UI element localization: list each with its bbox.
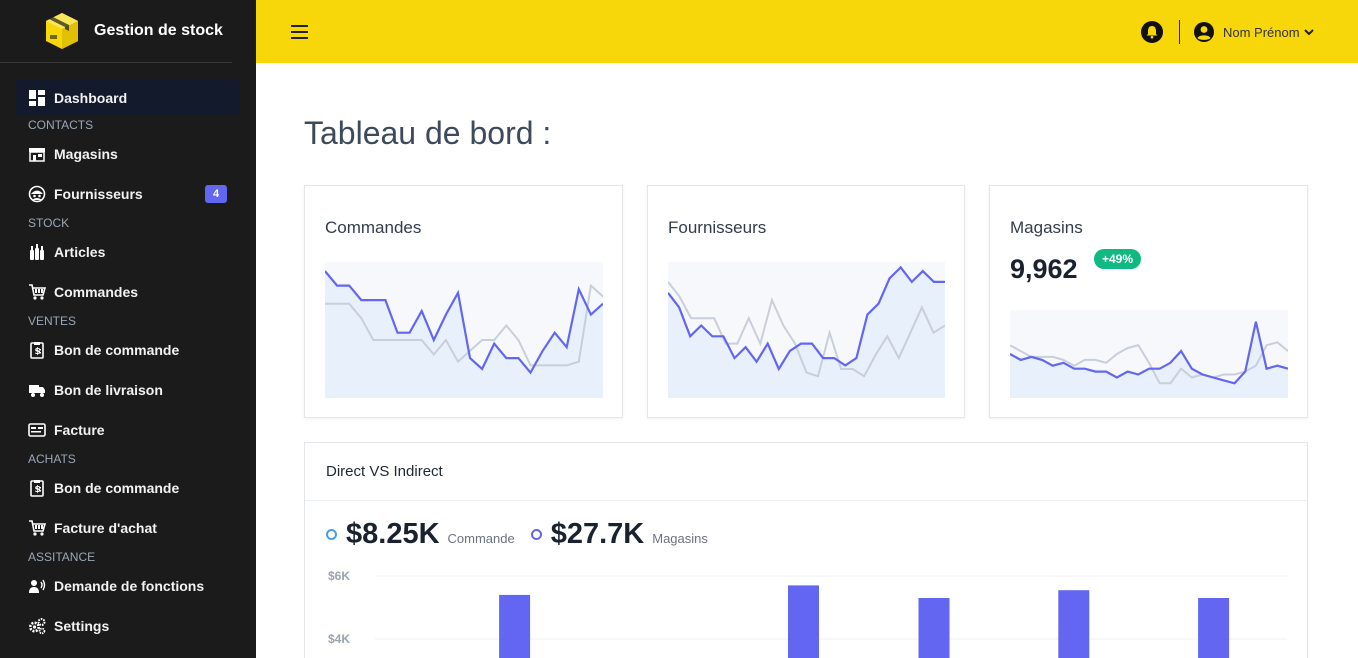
sidebar-section-label: VENTES — [28, 314, 77, 328]
count-badge: 4 — [205, 185, 227, 203]
sidebar-item-label: Settings — [54, 618, 110, 634]
bottles-icon — [30, 244, 44, 260]
card-fournisseurs: Fournisseurs — [647, 185, 965, 418]
box-logo-icon — [46, 13, 78, 49]
sidebar: Gestion de stock Dashboard CONTACTS Magasi… — [0, 0, 256, 658]
page-title: Tableau de bord : — [304, 115, 552, 151]
user-name: Nom Prénom — [1223, 24, 1300, 40]
commandes-sparkline — [325, 262, 603, 398]
sidebar-item-facture[interactable]: Facture — [0, 410, 256, 450]
card-title: Magasins — [1010, 218, 1083, 237]
sidebar-item-fournisseurs[interactable]: Fournisseurs 4 — [0, 174, 256, 214]
magasins-sparkline — [1010, 310, 1288, 398]
sidebar-item-label: Magasins — [54, 146, 118, 162]
direct-vs-indirect-card: Direct VS Indirect $8.25K Commande $27.7K M… — [304, 442, 1308, 658]
sidebar-item-label: Dashboard — [54, 90, 128, 106]
sidebar-item-settings[interactable]: Settings — [0, 606, 256, 646]
card-commandes: Commandes — [304, 185, 623, 418]
y-tick-label: $6K — [328, 569, 350, 583]
kpi-value: 9,962 — [1010, 254, 1078, 284]
sidebar-item-label: Commandes — [54, 284, 139, 300]
legend-marker — [530, 529, 542, 540]
chevron-down-icon — [1303, 29, 1314, 36]
store-icon — [29, 148, 45, 162]
topbar: Nom Prénom — [256, 0, 1358, 63]
sidebar-section-label: STOCK — [28, 216, 70, 230]
user-avatar-icon — [1194, 22, 1214, 42]
chart-bar — [788, 585, 819, 658]
menu-icon[interactable] — [291, 24, 309, 40]
fournisseurs-sparkline — [668, 262, 945, 398]
kpi-delta-badge: +49% — [1094, 249, 1142, 269]
sidebar-item-bon-de-commande[interactable]: $ Bon de commande — [0, 330, 256, 370]
sidebar-item-commandes[interactable]: Commandes — [0, 272, 256, 312]
chart-bar — [499, 594, 531, 658]
cart-icon — [29, 520, 46, 536]
dashboard-icon — [29, 90, 45, 106]
y-tick-label: $4K — [328, 632, 350, 646]
direct-vs-indirect-chart: $6K $4K — [328, 569, 1287, 658]
sidebar-item-label: Bon de livraison — [54, 382, 163, 398]
chart-bar — [918, 598, 950, 658]
order-form-icon: $ — [30, 480, 44, 497]
legend-marker — [326, 529, 337, 540]
brand-title: Gestion de stock — [94, 22, 223, 39]
chart-bar — [1198, 598, 1230, 658]
sidebar-item-label: Facture — [54, 422, 105, 438]
sidebar-item-facture-d-achat[interactable]: Facture d'achat — [0, 508, 256, 548]
chart-bar — [1058, 590, 1090, 658]
sidebar-item-label: Demande de fonctions — [54, 578, 205, 594]
sidebar-item-label: Facture d'achat — [54, 520, 157, 536]
order-form-icon: $ — [30, 342, 44, 359]
truck-icon — [29, 385, 45, 397]
invoice-icon — [28, 423, 46, 437]
sidebar-section-label: ACHATS — [28, 452, 76, 466]
sidebar-item-bon-de-livraison[interactable]: Bon de livraison — [0, 370, 256, 410]
card-title: Fournisseurs — [668, 218, 767, 237]
sidebar-item-articles[interactable]: Articles — [0, 232, 256, 272]
card-title: Commandes — [325, 218, 422, 237]
sidebar-item-label: Bon de commande — [54, 342, 180, 358]
sidebar-item-bon-de-commande[interactable]: $ Bon de commande — [0, 468, 256, 508]
support-icon — [29, 579, 46, 593]
topbar-divider — [1179, 20, 1180, 44]
sidebar-section-label: CONTACTS — [28, 118, 94, 132]
brand[interactable]: Gestion de stock — [0, 0, 232, 63]
gears-icon — [29, 618, 46, 635]
card-magasins: Magasins 9,962 +49% — [989, 185, 1308, 418]
user-menu[interactable]: Nom Prénom — [1193, 20, 1314, 44]
sidebar-item-label: Articles — [54, 244, 106, 260]
sidebar-section-label: ASSITANCE — [28, 550, 96, 564]
notification-bell-icon[interactable] — [1140, 20, 1164, 44]
cart-icon — [29, 284, 46, 300]
sidebar-item-magasins[interactable]: Magasins — [0, 134, 256, 174]
supplier-icon — [28, 185, 46, 203]
card-header: Direct VS Indirect — [305, 443, 1307, 501]
sidebar-item-dashboard[interactable]: Dashboard — [16, 80, 240, 116]
legend-value: $8.25K — [346, 518, 440, 550]
legend-value: $27.7K — [550, 518, 645, 550]
sidebar-item-label: Fournisseurs — [54, 186, 143, 202]
chart-legend: $8.25K Commande $27.7K Magasins — [326, 518, 724, 551]
legend-label: Magasins — [652, 531, 708, 546]
sidebar-item-demande-de-fonctions[interactable]: Demande de fonctions — [0, 566, 256, 606]
sidebar-nav: Dashboard CONTACTS Magasins Fournisseurs 4 ST… — [0, 63, 256, 646]
legend-label: Commande — [447, 531, 515, 546]
sidebar-item-label: Bon de commande — [54, 480, 180, 496]
